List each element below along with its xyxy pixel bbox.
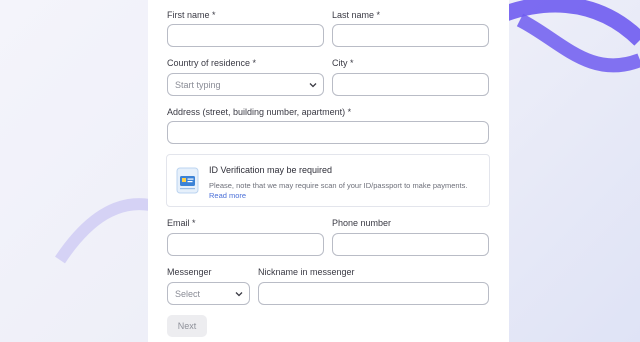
- messenger-value: Select: [175, 289, 201, 299]
- phone-label: Phone number: [332, 218, 392, 228]
- phone-input[interactable]: [332, 233, 489, 256]
- address-label: Address (street, building number, apartm…: [167, 107, 352, 117]
- notice-title: ID Verification may be required: [209, 165, 333, 175]
- nickname-input[interactable]: [258, 282, 489, 305]
- country-select[interactable]: Start typing: [167, 73, 324, 96]
- email-input[interactable]: [167, 233, 324, 256]
- country-placeholder: Start typing: [175, 80, 221, 90]
- notice-body: Please, note that we may require scan of…: [209, 181, 479, 201]
- city-input[interactable]: [332, 73, 489, 96]
- chevron-down-icon: [309, 83, 317, 88]
- last-name-input[interactable]: [332, 24, 489, 47]
- address-input[interactable]: [167, 121, 489, 144]
- nickname-label: Nickname in messenger: [258, 267, 355, 277]
- first-name-input[interactable]: [167, 24, 324, 47]
- city-label: City *: [332, 58, 354, 68]
- first-name-label: First name *: [167, 10, 216, 20]
- registration-form: First name * Last name * Country of resi…: [148, 0, 509, 342]
- messenger-label: Messenger: [167, 267, 212, 277]
- chevron-down-icon: [235, 292, 243, 297]
- read-more-link[interactable]: Read more: [209, 191, 246, 200]
- notice-text: Please, note that we may require scan of…: [209, 181, 468, 190]
- id-verification-notice: ID Verification may be required Please, …: [166, 154, 490, 207]
- id-card-icon: [176, 167, 199, 194]
- next-button[interactable]: Next: [167, 315, 207, 337]
- last-name-label: Last name *: [332, 10, 381, 20]
- email-label: Email *: [167, 218, 196, 228]
- country-label: Country of residence *: [167, 58, 257, 68]
- messenger-select[interactable]: Select: [167, 282, 250, 305]
